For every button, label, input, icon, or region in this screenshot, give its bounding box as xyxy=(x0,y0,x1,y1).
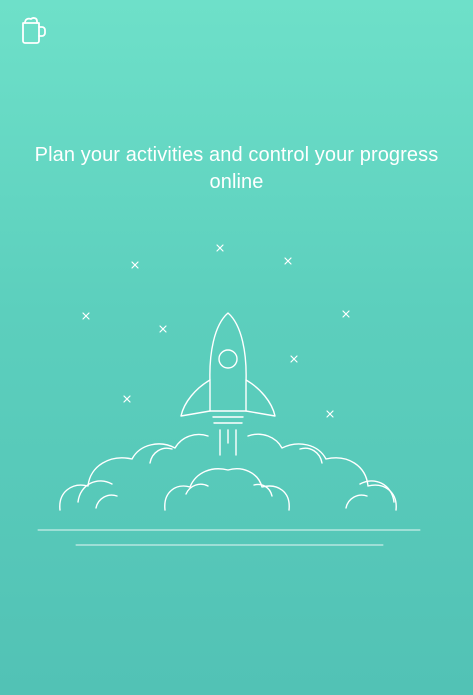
onboarding-headline: Plan your activities and control your pr… xyxy=(34,144,439,193)
mug-icon xyxy=(22,17,46,44)
ground-lines xyxy=(37,529,421,546)
smoke-clouds xyxy=(59,433,397,511)
rocket-launch-icon xyxy=(37,244,421,546)
onboarding-screen: Plan your activities and control your pr… xyxy=(0,0,473,695)
